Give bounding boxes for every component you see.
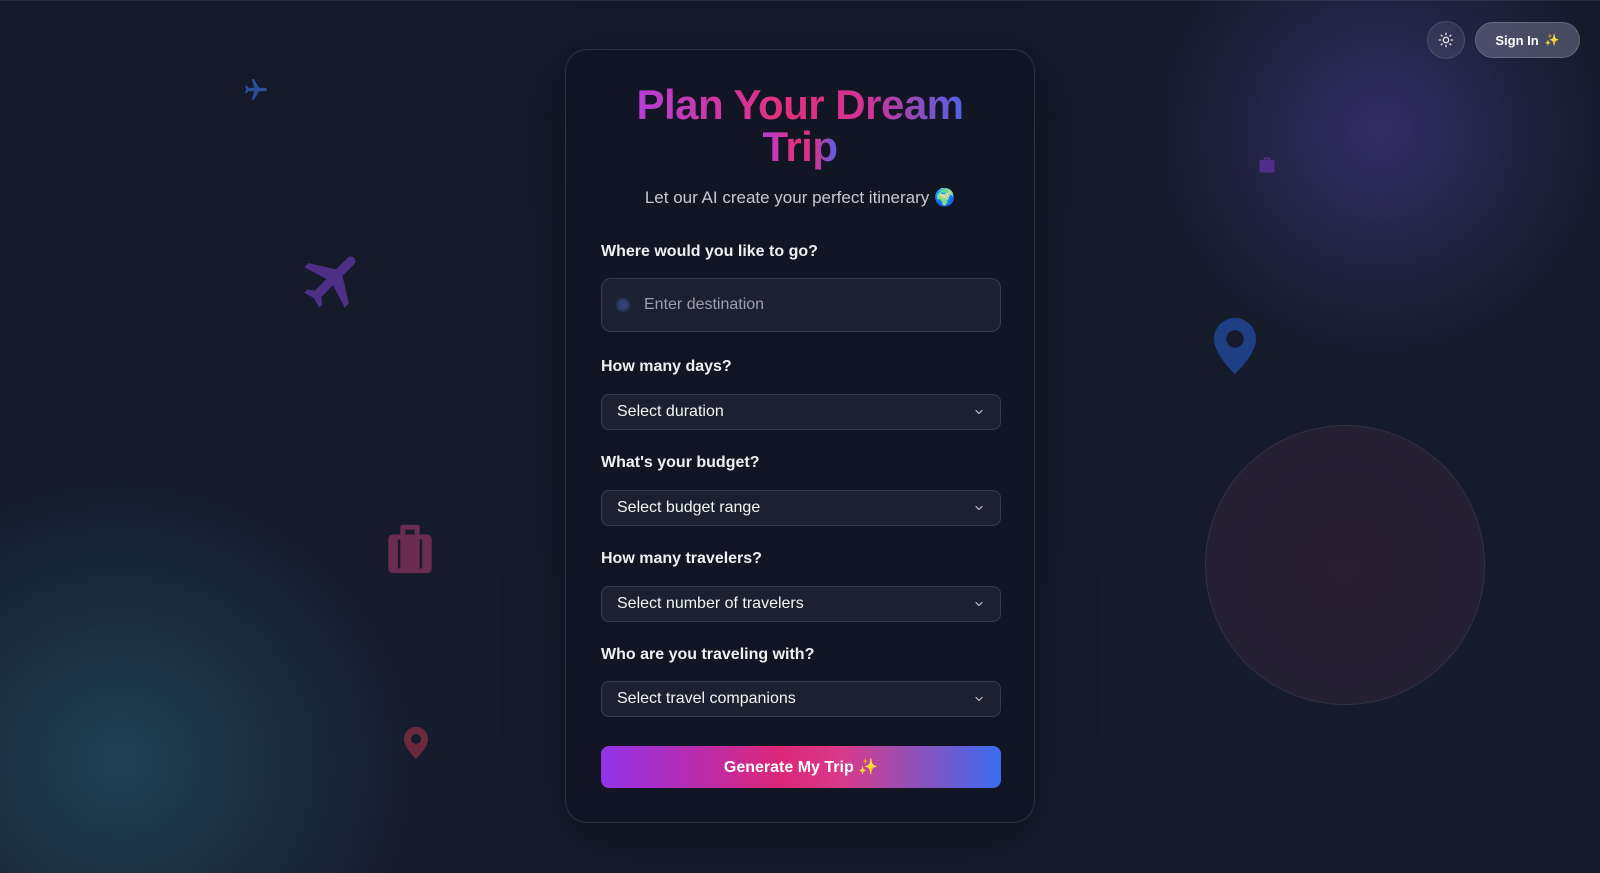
duration-select-value: Select duration <box>617 403 724 420</box>
budget-label: What's your budget? <box>601 454 760 471</box>
destination-input[interactable]: Enter destination <box>601 278 1001 332</box>
theme-toggle-button[interactable] <box>1427 21 1465 59</box>
sign-in-button[interactable]: Sign In ✨ <box>1475 22 1580 58</box>
travelers-label: How many travelers? <box>601 550 762 567</box>
trip-planner-card: Plan Your Dream Trip Let our AI create y… <box>565 49 1035 823</box>
companions-select[interactable]: Select travel companions <box>601 681 1001 717</box>
suitcase-icon <box>381 522 439 576</box>
travelers-select-value: Select number of travelers <box>617 595 804 612</box>
sun-icon <box>1438 32 1454 48</box>
decorative-circle <box>1205 425 1485 705</box>
days-label: How many days? <box>601 358 732 375</box>
companions-select-value: Select travel companions <box>617 690 796 707</box>
sparkles-icon: ✨ <box>1544 33 1560 47</box>
chevron-down-icon <box>975 505 983 511</box>
map-pin-icon <box>1214 318 1256 374</box>
location-icon <box>616 298 630 312</box>
budget-select-value: Select budget range <box>617 499 761 516</box>
top-border <box>0 0 1600 1</box>
duration-select[interactable]: Select duration <box>601 394 1001 430</box>
chevron-down-icon <box>975 696 983 702</box>
sign-in-label: Sign In <box>1495 32 1539 48</box>
page-title: Plan Your Dream Trip <box>566 84 1034 168</box>
chevron-down-icon <box>975 409 983 415</box>
budget-select[interactable]: Select budget range <box>601 490 1001 526</box>
travelers-select[interactable]: Select number of travelers <box>601 586 1001 622</box>
generate-trip-button[interactable]: Generate My Trip ✨ <box>601 746 1001 788</box>
map-pin-icon <box>404 727 428 759</box>
companions-label: Who are you traveling with? <box>601 646 815 663</box>
destination-label: Where would you like to go? <box>601 243 818 260</box>
destination-placeholder: Enter destination <box>644 296 765 313</box>
generate-trip-label: Generate My Trip ✨ <box>723 759 879 776</box>
title-line-2: Trip <box>762 123 838 170</box>
chevron-down-icon <box>975 601 983 607</box>
airplane-icon <box>242 77 270 103</box>
airplane-icon <box>298 244 370 316</box>
title-line-1: Plan Your Dream <box>636 81 964 128</box>
page-subtitle: Let our AI create your perfect itinerary… <box>644 188 956 207</box>
suitcase-icon <box>1257 155 1277 175</box>
